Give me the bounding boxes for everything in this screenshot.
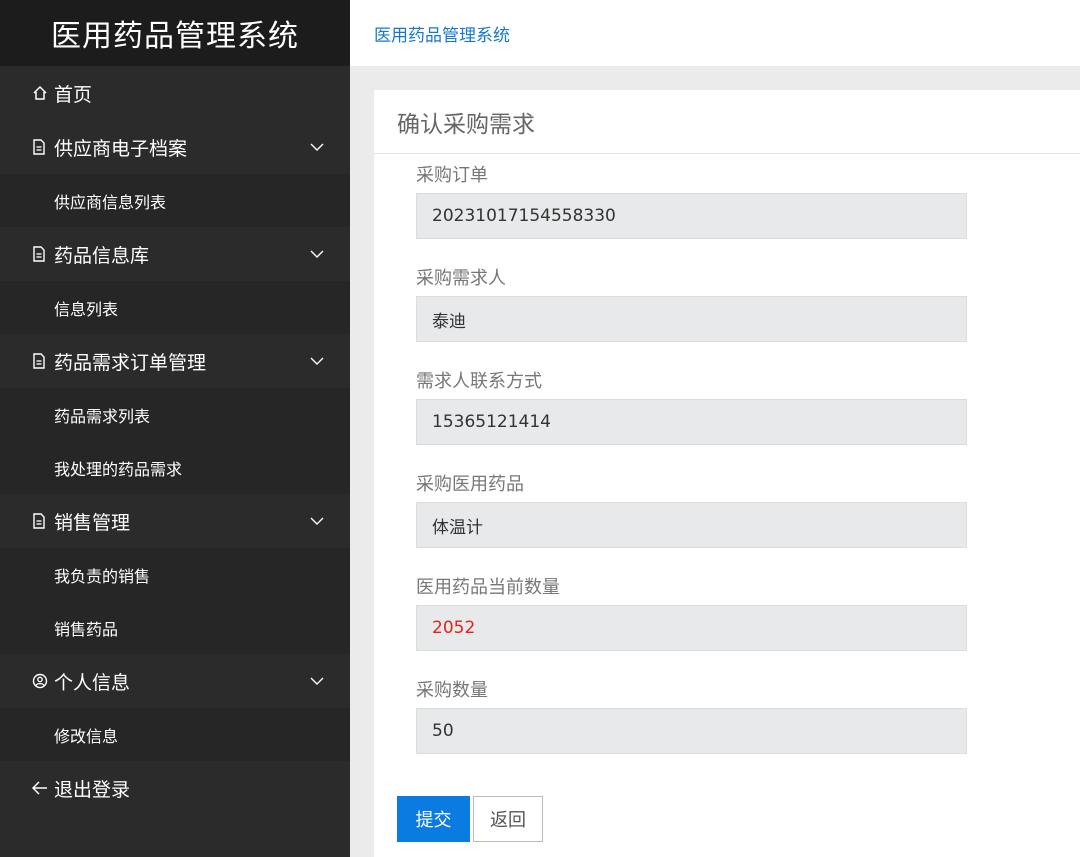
sidebar-group-profile[interactable]: 个人信息 bbox=[0, 654, 350, 708]
sidebar-item-supplier-list[interactable]: 供应商信息列表 bbox=[0, 174, 350, 227]
field-label: 采购数量 bbox=[416, 680, 488, 701]
sidebar-item-label: 首页 bbox=[54, 83, 93, 106]
field-label: 医用药品当前数量 bbox=[416, 577, 560, 598]
sidebar-item-home[interactable]: 首页 bbox=[0, 66, 350, 120]
contact-field[interactable]: 15365121414 bbox=[416, 399, 967, 445]
field-label: 采购订单 bbox=[416, 165, 488, 186]
sidebar-item-logout[interactable]: 退出登录 bbox=[0, 761, 350, 815]
home-icon bbox=[32, 85, 52, 101]
purchase-quantity-field[interactable]: 50 bbox=[416, 708, 967, 754]
chevron-down-icon bbox=[310, 140, 324, 154]
chevron-down-icon bbox=[310, 354, 324, 368]
order-number-field[interactable]: 20231017154558330 bbox=[416, 193, 967, 239]
app-title: 医用药品管理系统 bbox=[0, 0, 350, 66]
sidebar-group-label: 供应商电子档案 bbox=[54, 137, 188, 160]
sidebar-item-info-list[interactable]: 信息列表 bbox=[0, 281, 350, 334]
back-button[interactable]: 返回 bbox=[473, 796, 543, 842]
sidebar-group-supplier[interactable]: 供应商电子档案 bbox=[0, 120, 350, 174]
sidebar-group-label: 个人信息 bbox=[54, 671, 131, 694]
sidebar: 医用药品管理系统 首页 供应商电子档案 供应商信息列表 药品信息库 信息列表 药… bbox=[0, 0, 350, 857]
sidebar-group-label: 销售管理 bbox=[54, 511, 131, 534]
page-title: 确认采购需求 bbox=[374, 90, 1080, 154]
arrow-left-icon bbox=[32, 781, 52, 795]
content-panel: 确认采购需求 采购订单 20231017154558330 采购需求人 泰迪 需… bbox=[374, 90, 1080, 857]
document-icon bbox=[32, 246, 52, 262]
sidebar-item-label: 退出登录 bbox=[54, 778, 131, 801]
sidebar-group-drug-info[interactable]: 药品信息库 bbox=[0, 227, 350, 281]
sidebar-item-sell-drugs[interactable]: 销售药品 bbox=[0, 601, 350, 654]
user-circle-icon bbox=[32, 673, 52, 689]
document-icon bbox=[32, 139, 52, 155]
sidebar-item-my-demands[interactable]: 我处理的药品需求 bbox=[0, 441, 350, 494]
sidebar-group-label: 药品需求订单管理 bbox=[54, 351, 207, 374]
form-actions: 提交 返回 bbox=[397, 796, 543, 842]
current-quantity-field[interactable]: 2052 bbox=[416, 605, 967, 651]
document-icon bbox=[32, 353, 52, 369]
sidebar-item-edit-profile[interactable]: 修改信息 bbox=[0, 708, 350, 761]
field-label: 需求人联系方式 bbox=[416, 371, 542, 392]
chevron-down-icon bbox=[310, 514, 324, 528]
chevron-down-icon bbox=[310, 674, 324, 688]
chevron-down-icon bbox=[310, 247, 324, 261]
submit-button[interactable]: 提交 bbox=[397, 796, 470, 842]
sidebar-item-my-sales[interactable]: 我负责的销售 bbox=[0, 548, 350, 601]
sidebar-item-demand-list[interactable]: 药品需求列表 bbox=[0, 388, 350, 441]
sidebar-group-label: 药品信息库 bbox=[54, 244, 150, 267]
requester-field[interactable]: 泰迪 bbox=[416, 296, 967, 342]
document-icon bbox=[32, 513, 52, 529]
purchase-form: 采购订单 20231017154558330 采购需求人 泰迪 需求人联系方式 … bbox=[416, 155, 967, 773]
sidebar-group-demand-orders[interactable]: 药品需求订单管理 bbox=[0, 334, 350, 388]
drug-field[interactable]: 体温计 bbox=[416, 502, 967, 548]
top-bar: 医用药品管理系统 bbox=[350, 0, 1080, 66]
field-label: 采购需求人 bbox=[416, 268, 506, 289]
sidebar-group-sales[interactable]: 销售管理 bbox=[0, 494, 350, 548]
field-label: 采购医用药品 bbox=[416, 474, 524, 495]
breadcrumb[interactable]: 医用药品管理系统 bbox=[374, 21, 510, 46]
